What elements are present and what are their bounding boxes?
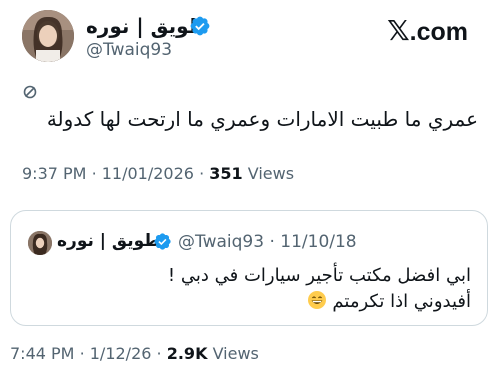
x-logo-icon: 𝕏 xyxy=(387,15,410,46)
meta-separator: · xyxy=(199,164,205,183)
quoted-tweet-text: ابي افضل مكتب تأجير سيارات في دبي ! أفيد… xyxy=(31,263,471,315)
meta-separator: · xyxy=(79,344,85,363)
reply-restricted-icon xyxy=(23,85,37,99)
quoted-author-name[interactable]: طويق | نوره xyxy=(57,231,160,251)
verified-badge-icon xyxy=(154,233,171,250)
meta-separator: · xyxy=(156,344,162,363)
x-logo: 𝕏.com xyxy=(387,14,468,47)
quoted-avatar[interactable] xyxy=(28,231,52,255)
verified-badge-icon xyxy=(190,16,210,36)
views-label: Views xyxy=(247,164,295,183)
tweet-date[interactable]: 11/01/2026 xyxy=(102,164,194,183)
post-time[interactable]: 7:44 PM xyxy=(10,344,74,363)
post-date[interactable]: 1/12/26 xyxy=(90,344,152,363)
grinning-face-emoji-icon xyxy=(307,291,326,309)
quoted-text-line-2: أفيدوني اذا تكرمتم xyxy=(31,289,471,315)
quoted-text-line-1: ابي افضل مكتب تأجير سيارات في دبي ! xyxy=(167,265,471,286)
quoted-separator: · xyxy=(269,232,275,252)
tweet-text: عمري ما طبيت الامارات وعمري ما ارتحت لها… xyxy=(46,107,478,131)
meta-separator: · xyxy=(91,164,97,183)
tweet-time[interactable]: 9:37 PM xyxy=(22,164,86,183)
quoted-date[interactable]: 11/10/18 xyxy=(280,232,356,252)
post-meta: 7:44 PM · 1/12/26 · 2.9K Views xyxy=(10,344,259,363)
quoted-tweet-card[interactable]: طويق | نوره @Twaiq93 · 11/10/18 ابي افضل… xyxy=(10,210,488,326)
views-count: 351 xyxy=(209,164,243,183)
quoted-avatar-image xyxy=(28,231,52,255)
avatar-image xyxy=(22,10,74,62)
author-handle[interactable]: @Twaiq93 xyxy=(86,40,172,60)
tweet-meta: 9:37 PM · 11/01/2026 · 351 Views xyxy=(22,164,294,183)
quoted-handle-date: @Twaiq93 · 11/10/18 xyxy=(178,232,357,252)
x-logo-domain: .com xyxy=(409,18,468,46)
quoted-text-line-2-text: أفيدوني اذا تكرمتم xyxy=(332,291,471,312)
quoted-handle[interactable]: @Twaiq93 xyxy=(178,232,264,252)
post-views-label: Views xyxy=(212,344,259,363)
avatar[interactable] xyxy=(22,10,74,62)
post-views-count: 2.9K xyxy=(166,344,208,363)
